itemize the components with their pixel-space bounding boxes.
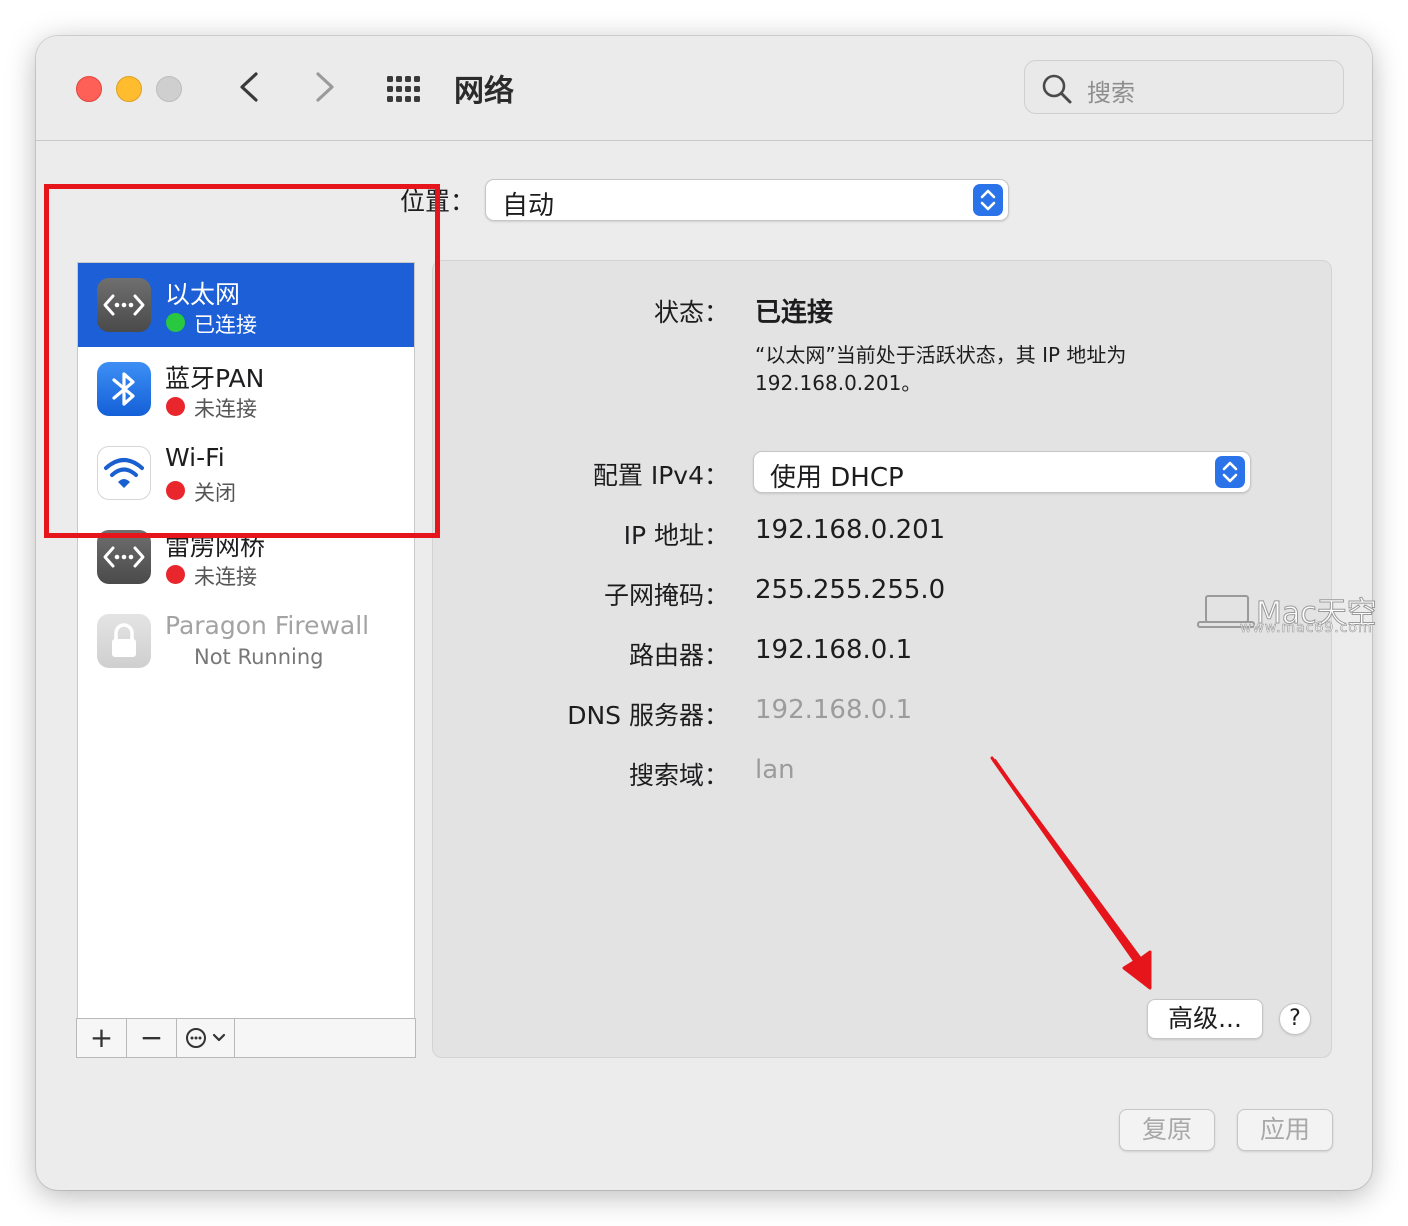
minimize-button[interactable]	[116, 76, 142, 102]
action-menu-button[interactable]	[177, 1019, 235, 1057]
close-button[interactable]	[76, 76, 102, 102]
status-label: 状态：	[653, 298, 729, 327]
window-title: 网络	[454, 74, 514, 109]
watermark: Mac天空 www.mac69.com	[1196, 590, 1400, 640]
watermark-url: www.mac69.com	[1240, 620, 1373, 637]
ip-address-label: IP 地址：	[623, 521, 729, 550]
revert-button-label: 复原	[1141, 1115, 1192, 1144]
chevron-right-icon	[316, 72, 334, 102]
ipv4-value: 使用 DHCP	[770, 463, 904, 493]
advanced-button[interactable]: 高级...	[1147, 999, 1263, 1039]
service-name: Paragon Firewall	[165, 611, 370, 640]
service-detail-panel: 状态： 已连接 “以太网”当前处于活跃状态，其 IP 地址为 192.168.0…	[432, 260, 1332, 1058]
dns-server-value: 192.168.0.1	[755, 695, 913, 725]
lock-icon	[97, 614, 151, 668]
subnet-mask-label: 子网掩码：	[603, 581, 729, 610]
plus-icon: +	[89, 1021, 114, 1054]
search-domain-value: lan	[755, 755, 795, 785]
ipv4-label: 配置 IPv4：	[592, 461, 729, 490]
service-status: 未连接	[194, 565, 257, 589]
title-bar: 网络 搜索	[36, 36, 1372, 141]
status-dot	[166, 565, 185, 584]
router-value: 192.168.0.1	[755, 635, 913, 665]
location-select[interactable]: 自动	[485, 179, 1009, 221]
back-button[interactable]	[230, 64, 274, 110]
grid-icon	[387, 76, 420, 102]
revert-button[interactable]: 复原	[1119, 1109, 1215, 1151]
service-list-toolbar: + −	[76, 1018, 416, 1058]
service-status: Not Running	[194, 645, 324, 669]
ipv4-config-select[interactable]: 使用 DHCP	[753, 451, 1251, 493]
search-field[interactable]: 搜索	[1024, 60, 1344, 114]
help-button[interactable]: ?	[1279, 1003, 1311, 1035]
dns-server-label: DNS 服务器：	[567, 701, 729, 730]
ellipsis-circle-icon	[186, 1028, 226, 1048]
advanced-button-label: 高级...	[1168, 1004, 1242, 1033]
search-icon	[1042, 74, 1072, 104]
apply-button[interactable]: 应用	[1237, 1109, 1333, 1151]
apply-button-label: 应用	[1259, 1115, 1310, 1144]
ethernet-icon	[97, 530, 151, 584]
updown-chevron-icon	[1215, 456, 1245, 488]
chevron-left-icon	[240, 72, 258, 102]
router-label: 路由器：	[628, 641, 729, 670]
location-value: 自动	[502, 191, 555, 221]
zoom-button[interactable]	[156, 76, 182, 102]
subnet-mask-value: 255.255.255.0	[755, 575, 946, 605]
status-description: “以太网”当前处于活跃状态，其 IP 地址为 192.168.0.201。	[755, 343, 1127, 395]
updown-chevron-icon	[973, 184, 1003, 216]
minus-icon: −	[139, 1021, 164, 1054]
show-all-button[interactable]	[384, 70, 424, 110]
search-domain-label: 搜索域：	[628, 761, 729, 790]
search-placeholder: 搜索	[1087, 79, 1135, 107]
forward-button[interactable]	[302, 64, 346, 110]
status-value: 已连接	[755, 298, 834, 328]
remove-service-button[interactable]: −	[127, 1019, 177, 1057]
highlight-annotation-box	[44, 184, 440, 538]
ip-address-value: 192.168.0.201	[755, 515, 946, 545]
add-service-button[interactable]: +	[77, 1019, 127, 1057]
help-icon: ?	[1289, 1006, 1301, 1031]
service-item-paragon-firewall[interactable]: Paragon Firewall Not Running	[78, 599, 414, 683]
